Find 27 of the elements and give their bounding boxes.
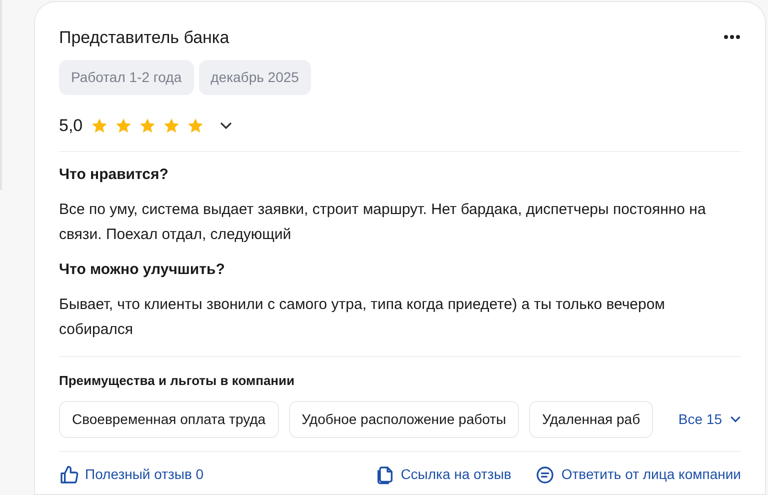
benefit-chip: Удобное расположение работы — [288, 401, 520, 438]
tag: декабрь 2025 — [198, 60, 311, 95]
benefit-chip: Удаленная раб — [529, 401, 654, 438]
star-icon — [162, 117, 180, 134]
section-text: Бывает, что клиенты звонили с самого утра, типа когда приедете) а ты только вечером собирался — [59, 294, 666, 340]
helpful-button[interactable]: Полезный отзыв 0 — [59, 464, 204, 485]
chat-icon — [535, 464, 556, 484]
tag: Работал 1-2 года — [59, 60, 194, 95]
star-icon — [138, 117, 156, 134]
star-icon — [114, 117, 132, 134]
star-icon — [90, 117, 108, 134]
reply-button[interactable]: Ответить от лица компании — [535, 464, 741, 485]
show-all-button[interactable]: Все 15 — [678, 409, 741, 430]
thumbs-up-icon — [59, 464, 79, 484]
document-copy-icon — [374, 464, 395, 484]
section-heading: Что нравится? — [59, 164, 170, 184]
benefit-chip: Своевременная оплата труда — [59, 401, 279, 438]
star-icon — [186, 117, 204, 134]
section-text: Все по уму, система выдает заявки, строит маршрут. Нет бардака, диспетчеры постоянно на связи. Поехал отдал, следующий — [59, 200, 707, 244]
more-icon[interactable] — [723, 34, 741, 40]
rating-value: 5,0 — [59, 115, 83, 137]
chevron-down-icon[interactable] — [220, 122, 232, 130]
chevron-down-icon — [730, 416, 741, 423]
review-link-button[interactable]: Ссылка на отзыв — [374, 464, 512, 485]
review-title: Представитель банка — [59, 27, 230, 49]
section-heading: Что можно улучшить? — [59, 260, 226, 280]
benefits-heading: Преимущества и льготы в компании — [59, 372, 296, 390]
